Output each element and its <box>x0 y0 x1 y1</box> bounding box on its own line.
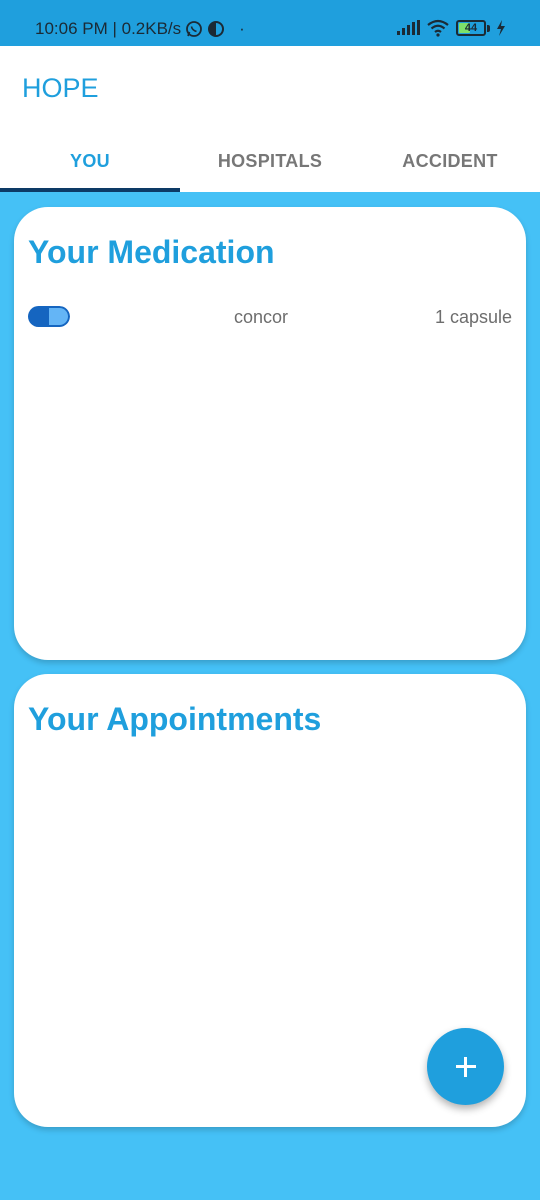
capsule-icon <box>28 306 70 327</box>
battery-level: 44 <box>464 22 478 34</box>
app-title: HOPE <box>22 73 99 103</box>
status-time-speed: 10:06 PM | 0.2KB/s <box>35 19 182 38</box>
tab-accident[interactable]: ACCIDENT <box>360 134 540 192</box>
medication-list-item[interactable]: concor 1 capsule <box>28 303 512 331</box>
status-dot: · <box>239 19 245 38</box>
add-button[interactable] <box>427 1028 504 1105</box>
wifi-icon <box>427 19 449 37</box>
medication-card: Your Medication concor 1 capsule <box>14 207 526 660</box>
app-bar: HOPE YOU HOSPITALS ACCIDENT <box>0 46 540 192</box>
tab-bar: YOU HOSPITALS ACCIDENT <box>0 134 540 192</box>
charging-icon <box>497 20 505 36</box>
battery-tip <box>487 24 490 32</box>
tab-hospitals[interactable]: HOSPITALS <box>180 134 360 192</box>
tab-you[interactable]: YOU <box>0 134 180 192</box>
status-left: 10:06 PM | 0.2KB/s · <box>35 19 245 39</box>
whatsapp-icon <box>186 21 203 37</box>
appointments-title: Your Appointments <box>28 701 322 737</box>
battery-icon: 44 <box>456 20 486 36</box>
app-notification-icon <box>208 21 225 37</box>
medication-title: Your Medication <box>28 234 275 270</box>
status-bar: 10:06 PM | 0.2KB/s · 44 <box>0 0 540 46</box>
signal-icon <box>397 20 420 35</box>
medication-name: concor <box>234 307 289 327</box>
medication-dose: 1 capsule <box>434 307 512 327</box>
plus-icon <box>455 1056 476 1077</box>
status-right: 44 <box>397 19 506 37</box>
